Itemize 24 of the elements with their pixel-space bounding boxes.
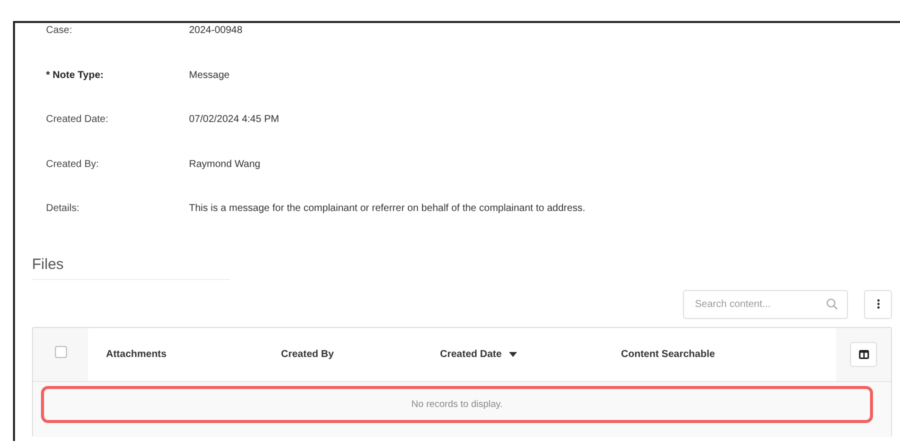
select-all-checkbox[interactable] <box>54 346 66 358</box>
field-value: 2024-00948 <box>189 25 242 38</box>
field-label: Case: <box>46 25 74 38</box>
field-value: 07/02/2024 4:45 PM <box>189 114 280 127</box>
more-options-button[interactable] <box>864 290 892 318</box>
field-value: Message <box>189 70 230 82</box>
field-label: Created By: <box>46 158 100 172</box>
column-header[interactable]: Content Searchable <box>621 348 715 360</box>
search-field[interactable]: Search content... <box>683 290 848 318</box>
sort-down-icon <box>508 352 517 356</box>
column-header[interactable]: Attachments <box>106 348 167 360</box>
search-icon <box>826 298 838 310</box>
field-label: Details: <box>46 203 80 216</box>
field-value: Raymond Wang <box>189 158 260 172</box>
section-title: Files <box>32 256 65 274</box>
columns-icon <box>858 350 868 358</box>
field-label: * Note Type: <box>46 70 105 82</box>
columns-button[interactable] <box>850 342 877 366</box>
more-icon <box>876 299 880 309</box>
field-label: Created Date: <box>46 114 110 127</box>
column-header[interactable]: Created By <box>281 348 334 360</box>
field-value: This is a message for the complainant or referrer on behalf of the complainant to address. <box>189 203 586 216</box>
empty-message: No records to display. <box>411 398 503 410</box>
column-header[interactable]: Created Date <box>440 348 517 360</box>
